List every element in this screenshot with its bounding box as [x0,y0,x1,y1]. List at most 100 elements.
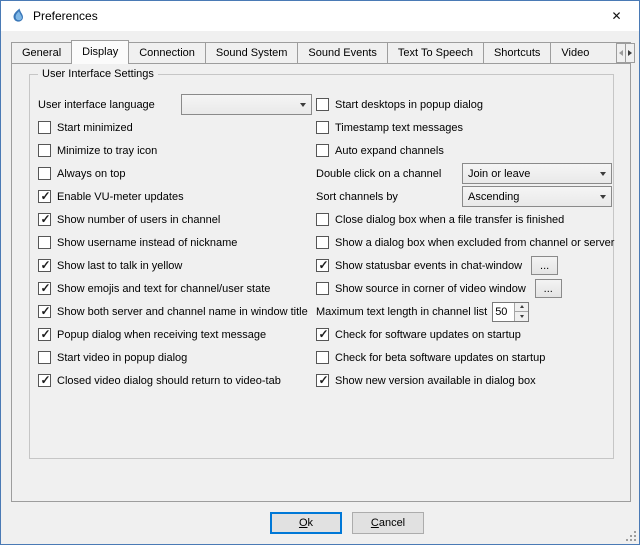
checkbox-close-dialog-file-transfer[interactable] [316,213,329,226]
sort-channels-combobox[interactable]: Ascending [462,186,612,207]
checkbox-label[interactable]: Start desktops in popup dialog [335,99,483,111]
cancel-button[interactable]: Cancel [352,512,424,534]
checkbox-row: Enable VU-meter updates [38,185,312,208]
checkbox-row: Show number of users in channel [38,208,312,231]
spinner-down-button[interactable] [515,312,528,321]
checkbox-row: Timestamp text messages [316,116,612,139]
tab-scroll-control [616,43,635,63]
checkbox-label[interactable]: Check for software updates on startup [335,329,521,341]
checkbox-row: Show both server and channel name in win… [38,300,312,323]
sort-channels-label: Sort channels by [316,191,398,203]
checkbox-start-video-in-popup[interactable] [38,351,51,364]
checkbox-row: Show emojis and text for channel/user st… [38,277,312,300]
checkbox-label[interactable]: Show source in corner of video window [335,283,526,295]
checkbox-show-server-and-channel-in-title[interactable] [38,305,51,318]
checkbox-closed-video-return-video-tab[interactable] [38,374,51,387]
double-click-combobox-value: Join or leave [463,168,594,180]
close-button[interactable]: ✕ [594,1,639,30]
checkbox-enable-vu-meter-updates[interactable] [38,190,51,203]
checkbox-row: Show last to talk in yellow [38,254,312,277]
titlebar[interactable]: Preferences ✕ [1,1,639,31]
checkbox-show-username-instead-of-nickname[interactable] [38,236,51,249]
checkbox-row: Minimize to tray icon [38,139,312,162]
statusbar-events-browse-button[interactable]: ... [531,256,558,275]
checkbox-row: Always on top [38,162,312,185]
language-combobox[interactable] [181,94,312,115]
checkbox-row: Check for beta software updates on start… [316,346,612,369]
tab-shortcuts[interactable]: Shortcuts [483,42,551,63]
tab-display[interactable]: Display [71,40,129,64]
resize-grip[interactable] [624,529,637,542]
checkbox-show-last-to-talk-in-yellow[interactable] [38,259,51,272]
checkbox-label[interactable]: Show username instead of nickname [57,237,237,249]
tab-scroll-right-button[interactable] [625,43,635,63]
sort-channels-row: Sort channels by Ascending [316,185,612,208]
spinner-up-icon [520,305,524,308]
checkbox-label[interactable]: Show both server and channel name in win… [57,306,308,318]
tab-sound-system[interactable]: Sound System [205,42,299,63]
checkbox-row: Closed video dialog should return to vid… [38,369,312,392]
checkbox-label[interactable]: Auto expand channels [335,145,444,157]
chevron-down-icon [594,187,611,206]
ok-button-label: Ok [299,517,313,529]
max-text-length-input[interactable] [493,303,514,321]
tab-sound-events[interactable]: Sound Events [297,42,388,63]
checkbox-label[interactable]: Enable VU-meter updates [57,191,184,203]
tabbar: General Display Connection Sound System … [11,40,631,64]
checkbox-label[interactable]: Check for beta software updates on start… [335,352,545,364]
checkbox-start-desktops-in-popup[interactable] [316,98,329,111]
spinner-up-button[interactable] [515,303,528,313]
checkbox-show-source-video-window[interactable] [316,282,329,295]
double-click-row: Double click on a channel Join or leave [316,162,612,185]
checkbox-label[interactable]: Show statusbar events in chat-window [335,260,522,272]
max-text-length-label: Maximum text length in channel list [316,306,487,318]
checkbox-label[interactable]: Start minimized [57,122,133,134]
checkbox-label[interactable]: Start video in popup dialog [57,352,187,364]
checkbox-label[interactable]: Show emojis and text for channel/user st… [57,283,270,295]
checkbox-check-software-updates[interactable] [316,328,329,341]
video-source-browse-button[interactable]: ... [535,279,562,298]
checkbox-label[interactable]: Show a dialog box when excluded from cha… [335,237,614,249]
checkbox-row: Show username instead of nickname [38,231,312,254]
checkbox-auto-expand-channels[interactable] [316,144,329,157]
language-label: User interface language [38,99,155,111]
checkbox-label[interactable]: Close dialog box when a file transfer is… [335,214,564,226]
checkbox-popup-dialog-text-message[interactable] [38,328,51,341]
statusbar-events-row: Show statusbar events in chat-window ... [316,254,612,277]
ellipsis-label: ... [544,284,553,294]
ok-button[interactable]: Ok [270,512,342,534]
checkbox-label[interactable]: Minimize to tray icon [57,145,157,157]
language-row: User interface language [38,93,312,116]
arrow-right-icon [628,50,632,56]
checkbox-check-beta-updates[interactable] [316,351,329,364]
checkbox-row: Show new version available in dialog box [316,369,612,392]
max-text-length-spinner [492,302,529,322]
checkbox-show-dialog-when-excluded[interactable] [316,236,329,249]
checkbox-show-number-of-users[interactable] [38,213,51,226]
window-title: Preferences [33,9,98,23]
tab-general[interactable]: General [11,42,72,63]
checkbox-label[interactable]: Closed video dialog should return to vid… [57,375,281,387]
sort-channels-combobox-value: Ascending [463,191,594,203]
checkbox-label[interactable]: Always on top [57,168,125,180]
checkbox-row: Close dialog box when a file transfer is… [316,208,612,231]
checkbox-start-minimized[interactable] [38,121,51,134]
checkbox-show-emojis-and-text[interactable] [38,282,51,295]
checkbox-label[interactable]: Show number of users in channel [57,214,220,226]
close-icon: ✕ [611,9,621,23]
double-click-combobox[interactable]: Join or leave [462,163,612,184]
tab-connection[interactable]: Connection [128,42,206,63]
checkbox-always-on-top[interactable] [38,167,51,180]
checkbox-label[interactable]: Show new version available in dialog box [335,375,536,387]
tab-text-to-speech[interactable]: Text To Speech [387,42,484,63]
checkbox-show-new-version-dialog[interactable] [316,374,329,387]
checkbox-show-statusbar-events[interactable] [316,259,329,272]
preferences-window: Preferences ✕ General Display Connection… [0,0,640,545]
checkbox-timestamp-text-messages[interactable] [316,121,329,134]
checkbox-row: Start desktops in popup dialog [316,93,612,116]
checkbox-label[interactable]: Show last to talk in yellow [57,260,182,272]
checkbox-minimize-to-tray-icon[interactable] [38,144,51,157]
checkbox-label[interactable]: Popup dialog when receiving text message [57,329,266,341]
checkbox-row: Popup dialog when receiving text message [38,323,312,346]
checkbox-label[interactable]: Timestamp text messages [335,122,463,134]
